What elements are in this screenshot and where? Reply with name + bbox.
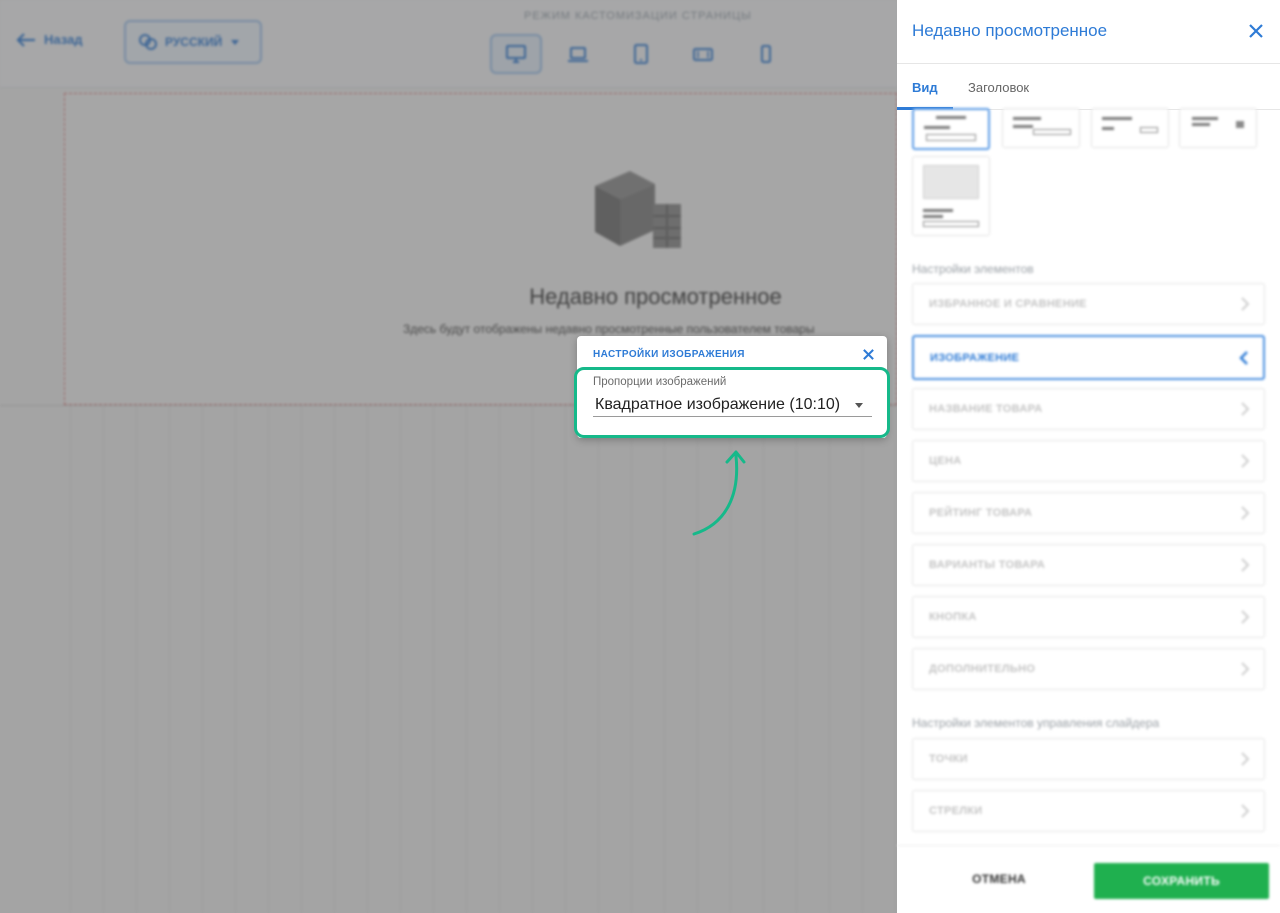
chevron-left-icon <box>1239 350 1248 365</box>
layout-option[interactable] <box>1179 108 1257 148</box>
popover-title: НАСТРОЙКИ ИЗОБРАЖЕНИЯ <box>593 348 745 360</box>
aspect-ratio-select[interactable]: Квадратное изображение (10:10) <box>595 396 840 414</box>
layout-option[interactable] <box>1002 108 1080 148</box>
chevron-right-icon <box>1241 454 1250 468</box>
chevron-right-icon <box>1241 662 1250 676</box>
cancel-button[interactable]: ОТМЕНА <box>949 872 1049 886</box>
save-button[interactable]: СОХРАНИТЬ <box>1094 863 1269 899</box>
chevron-right-icon <box>1241 558 1250 572</box>
chevron-right-icon <box>1241 752 1250 766</box>
select-caret-icon[interactable] <box>855 403 863 408</box>
layout-option[interactable] <box>1091 108 1169 148</box>
chevron-right-icon <box>1241 506 1250 520</box>
aspect-ratio-label: Пропорции изображений <box>593 376 727 388</box>
pointer-arrow-icon <box>692 450 746 536</box>
element-product-variants[interactable]: ВАРИАНТЫ ТОВАРА <box>912 544 1265 586</box>
popover-close-button[interactable] <box>862 348 875 361</box>
settings-panel: Недавно просмотренное Вид Заголовок Наст… <box>897 0 1280 913</box>
elements-section-label: Настройки элементов <box>912 262 1034 276</box>
slider-element-dots[interactable]: ТОЧКИ <box>912 738 1265 780</box>
layout-option[interactable] <box>912 156 990 236</box>
element-image[interactable]: ИЗОБРАЖЕНИЕ <box>912 335 1265 380</box>
element-price[interactable]: ЦЕНА <box>912 440 1265 482</box>
panel-footer: ОТМЕНА СОХРАНИТЬ <box>897 845 1280 913</box>
chevron-right-icon <box>1241 402 1250 416</box>
chevron-right-icon <box>1241 804 1250 818</box>
layout-options <box>897 108 1280 242</box>
modal-overlay <box>0 0 897 913</box>
element-additional[interactable]: ДОПОЛНИТЕЛЬНО <box>912 648 1265 690</box>
layout-option[interactable] <box>912 108 990 150</box>
slider-section-label: Настройки элементов управления слайдера <box>912 716 1160 730</box>
chevron-right-icon <box>1241 610 1250 624</box>
element-favorites-compare[interactable]: ИЗБРАННОЕ И СРАВНЕНИЕ <box>912 283 1265 325</box>
chevron-right-icon <box>1241 297 1250 311</box>
element-product-name[interactable]: НАЗВАНИЕ ТОВАРА <box>912 388 1265 430</box>
page-editor: Назад РУССКИЙ РЕЖИМ КАСТОМИЗАЦИИ СТРАНИЦ… <box>0 0 897 913</box>
select-underline <box>593 416 872 417</box>
element-product-rating[interactable]: РЕЙТИНГ ТОВАРА <box>912 492 1265 534</box>
slider-element-arrows[interactable]: СТРЕЛКИ <box>912 790 1265 832</box>
close-icon <box>863 348 874 360</box>
element-button[interactable]: КНОПКА <box>912 596 1265 638</box>
